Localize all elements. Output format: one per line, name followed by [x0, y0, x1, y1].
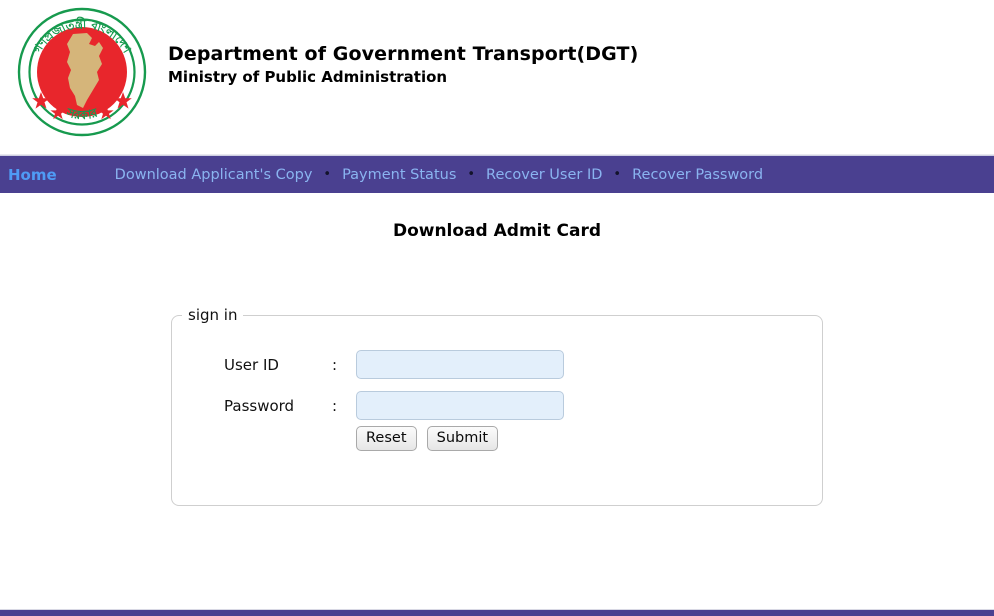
- form-row-actions: Reset Submit: [224, 426, 564, 451]
- nav-item-recover-user-id[interactable]: Recover User ID: [486, 167, 602, 183]
- sign-in-form: User ID : Password : Reset Submit: [224, 344, 564, 451]
- password-input[interactable]: [356, 391, 564, 420]
- main-content: Download Admit Card sign in User ID : Pa…: [0, 193, 994, 603]
- footer-strip: [0, 609, 994, 616]
- user-id-colon: :: [332, 355, 338, 374]
- main-navigation: Home Download Applicant's Copy • Payment…: [0, 155, 994, 193]
- nav-item-home[interactable]: Home: [8, 166, 57, 184]
- password-label: Password: [224, 396, 295, 415]
- bangladesh-government-emblem-icon: গণপ্রজাতন্ত্রী বাংলাদেশ সরকার: [8, 2, 156, 142]
- password-colon: :: [332, 396, 338, 415]
- sign-in-legend: sign in: [188, 306, 238, 324]
- site-header: গণপ্রজাতন্ত্রী বাংলাদেশ সরকার Department…: [0, 0, 994, 155]
- organization-title: Department of Government Transport(DGT): [168, 43, 639, 65]
- user-id-input[interactable]: [356, 350, 564, 379]
- user-id-label: User ID: [224, 355, 279, 374]
- nav-separator-dot-2: •: [467, 167, 476, 182]
- form-row-user-id: User ID :: [224, 344, 564, 385]
- header-title-block: Department of Government Transport(DGT) …: [168, 44, 638, 87]
- nav-separator-dot-3: •: [613, 167, 622, 182]
- nav-item-payment-status[interactable]: Payment Status: [342, 167, 456, 183]
- organization-subtitle: Ministry of Public Administration: [168, 68, 448, 86]
- nav-item-download-applicants-copy[interactable]: Download Applicant's Copy: [115, 167, 313, 183]
- submit-button[interactable]: Submit: [426, 426, 499, 451]
- page-title: Download Admit Card: [392, 221, 602, 241]
- reset-button[interactable]: Reset: [356, 426, 417, 451]
- nav-item-recover-password[interactable]: Recover Password: [632, 167, 763, 183]
- form-row-password: Password :: [224, 385, 564, 426]
- sign-in-fieldset: sign in User ID : Password : Reset Submi…: [171, 306, 823, 506]
- nav-separator-dot-1: •: [323, 167, 332, 182]
